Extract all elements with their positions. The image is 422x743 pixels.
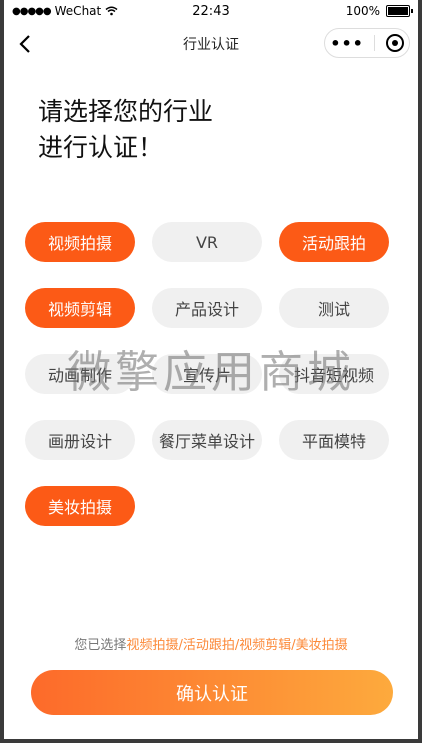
industry-tag[interactable]: 产品设计	[152, 288, 262, 328]
industry-tag[interactable]: 视频剪辑	[25, 288, 135, 328]
heading-line-2: 进行认证！	[38, 133, 164, 162]
heading: 请选择您的行业 进行认证！	[38, 94, 213, 166]
battery-label: 100%	[345, 4, 380, 18]
industry-tag[interactable]: 动画制作	[25, 354, 135, 394]
capsule-divider	[374, 35, 376, 51]
status-right: 100%	[345, 4, 413, 18]
confirm-button[interactable]: 确认认证	[31, 670, 393, 715]
industry-tag[interactable]: 餐厅菜单设计	[152, 420, 262, 460]
more-icon[interactable]: •••	[330, 34, 364, 53]
industry-tag[interactable]: 视频拍摄	[25, 222, 135, 262]
nav-bar: 行业认证 •••	[4, 24, 418, 64]
summary-selected: 视频拍摄/活动跟拍/视频剪辑/美妆拍摄	[126, 638, 348, 653]
industry-tag[interactable]: 平面模特	[279, 420, 389, 460]
industry-tag[interactable]: VR	[152, 222, 262, 262]
industry-tag-list: 视频拍摄 VR 活动跟拍 视频剪辑 产品设计 测试 动画制作 宣传片 抖音短视频…	[25, 222, 395, 526]
selection-summary: 您已选择视频拍摄/活动跟拍/视频剪辑/美妆拍摄	[4, 634, 418, 653]
battery-icon	[386, 5, 413, 17]
app-frame: ●●●●● WeChat 22:43 100% 行业认证 ••• 请选择您的行业…	[4, 0, 418, 739]
industry-tag[interactable]: 美妆拍摄	[25, 486, 135, 526]
heading-line-1: 请选择您的行业	[38, 97, 214, 126]
industry-tag[interactable]: 抖音短视频	[279, 354, 389, 394]
summary-prefix: 您已选择	[74, 638, 127, 653]
industry-tag[interactable]: 活动跟拍	[279, 222, 389, 262]
industry-tag[interactable]: 测试	[279, 288, 389, 328]
close-miniprogram-icon[interactable]	[385, 34, 404, 52]
industry-tag[interactable]: 画册设计	[25, 420, 135, 460]
industry-tag[interactable]: 宣传片	[152, 354, 262, 394]
status-bar: ●●●●● WeChat 22:43 100%	[4, 0, 418, 24]
capsule-menu: •••	[324, 28, 410, 58]
